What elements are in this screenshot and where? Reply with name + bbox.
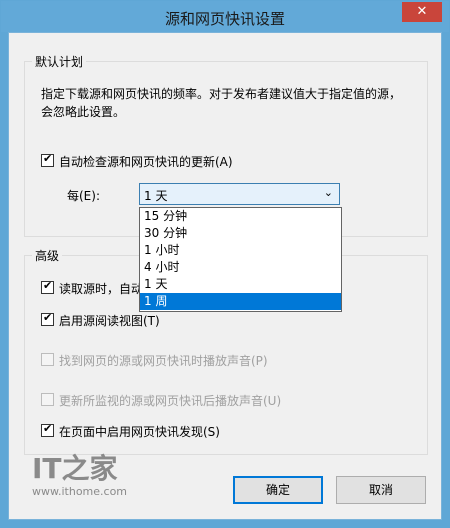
cancel-button[interactable]: 取消 [336, 476, 426, 504]
ok-button[interactable]: 确定 [233, 476, 323, 504]
dialog-client: 默认计划 指定下载源和网页快讯的频率。对于发布者建议值大于指定值的源， 会忽略此… [8, 32, 442, 520]
ithome-watermark-logo: IT之家 www.ithome.com [32, 452, 128, 499]
auto-check-label[interactable]: 自动检查源和网页快讯的更新(A) [59, 153, 233, 170]
schedule-description-line2: 会忽略此设置。 [41, 105, 126, 119]
frequency-option[interactable]: 4 小时 [140, 259, 341, 276]
every-label: 每(E): [67, 189, 100, 203]
reading-view-label[interactable]: 启用源阅读视图(T) [59, 312, 160, 329]
chevron-down-icon: ⌄ [323, 186, 333, 199]
auto-check-checkbox[interactable] [41, 152, 54, 167]
auto-mark-read-label[interactable]: 读取源时，自动 [59, 280, 143, 297]
play-sound-updated-label[interactable]: 更新所监视的源或网页快讯后播放声音(U) [59, 392, 281, 409]
feed-discovery-label[interactable]: 在页面中启用网页快讯发现(S) [59, 423, 220, 440]
frequency-selected-value: 1 天 [144, 189, 168, 203]
feed-discovery-checkbox[interactable] [41, 422, 54, 437]
title-bar[interactable]: 源和网页快讯设置 ✕ [1, 1, 449, 32]
window-title: 源和网页快讯设置 [164, 10, 285, 28]
play-sound-found-checkbox[interactable] [41, 353, 54, 366]
frequency-select[interactable]: 1 天 ⌄ [139, 183, 340, 205]
advanced-group-title: 高级 [32, 247, 63, 264]
frequency-option-highlighted[interactable]: 1 周 [140, 293, 341, 310]
reading-view-checkbox[interactable] [41, 311, 54, 326]
schedule-description-line1: 指定下载源和网页快讯的频率。对于发布者建议值大于指定值的源， [41, 87, 402, 101]
play-sound-updated-checkbox[interactable] [41, 393, 54, 406]
dialog-window: 源和网页快讯设置 ✕ 默认计划 指定下载源和网页快讯的频率。对于发布者建议值大于… [0, 0, 450, 528]
auto-mark-read-checkbox[interactable] [41, 279, 54, 294]
frequency-option[interactable]: 1 天 [140, 276, 341, 293]
watermark-url: www.ithome.com [32, 485, 128, 498]
frequency-option[interactable]: 1 小时 [140, 242, 341, 259]
frequency-option[interactable]: 30 分钟 [140, 225, 341, 242]
watermark-brand: IT之家 [32, 452, 118, 485]
schedule-group-title: 默认计划 [32, 53, 87, 70]
close-button[interactable]: ✕ [402, 2, 442, 22]
play-sound-found-label[interactable]: 找到网页的源或网页快讯时播放声音(P) [59, 352, 268, 369]
close-icon: ✕ [416, 4, 428, 19]
frequency-option[interactable]: 15 分钟 [140, 208, 341, 225]
frequency-dropdown-list[interactable]: 15 分钟 30 分钟 1 小时 4 小时 1 天 1 周 [139, 207, 342, 312]
